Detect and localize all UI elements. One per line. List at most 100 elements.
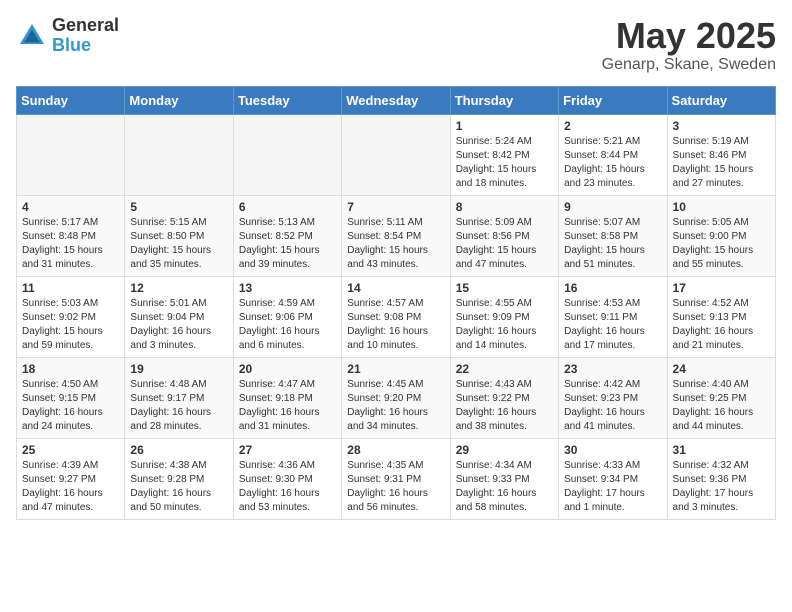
weekday-header-monday: Monday (125, 86, 233, 114)
day-number: 22 (456, 362, 553, 376)
calendar-cell: 13 Sunrise: 4:59 AM Sunset: 9:06 PM Dayli… (233, 276, 341, 357)
day-number: 5 (130, 200, 227, 214)
day-number: 29 (456, 443, 553, 457)
day-number: 25 (22, 443, 119, 457)
logo: General Blue (16, 16, 119, 56)
day-info: Sunrise: 5:01 AM Sunset: 9:04 PM Dayligh… (130, 297, 227, 353)
day-info: Sunrise: 5:05 AM Sunset: 9:00 PM Dayligh… (673, 216, 770, 272)
day-info: Sunrise: 5:07 AM Sunset: 8:58 PM Dayligh… (564, 216, 661, 272)
day-info: Sunrise: 4:43 AM Sunset: 9:22 PM Dayligh… (456, 378, 553, 434)
calendar-table: SundayMondayTuesdayWednesdayThursdayFrid… (16, 86, 776, 520)
logo-icon (16, 20, 48, 52)
day-number: 3 (673, 119, 770, 133)
day-info: Sunrise: 4:47 AM Sunset: 9:18 PM Dayligh… (239, 378, 336, 434)
calendar-cell (233, 114, 341, 195)
calendar-cell: 22 Sunrise: 4:43 AM Sunset: 9:22 PM Dayli… (450, 357, 558, 438)
day-info: Sunrise: 4:33 AM Sunset: 9:34 PM Dayligh… (564, 459, 661, 515)
day-info: Sunrise: 5:24 AM Sunset: 8:42 PM Dayligh… (456, 135, 553, 191)
day-number: 21 (347, 362, 444, 376)
calendar-cell: 7Sunrise: 5:11 AM Sunset: 8:54 PM Daylig… (342, 195, 450, 276)
day-number: 16 (564, 281, 661, 295)
calendar-cell: 21Sunrise: 4:45 AM Sunset: 9:20 PM Dayli… (342, 357, 450, 438)
calendar-week-3: 11 Sunrise: 5:03 AM Sunset: 9:02 PM Dayli… (17, 276, 776, 357)
day-number: 8 (456, 200, 553, 214)
calendar-cell: 24 Sunrise: 4:40 AM Sunset: 9:25 PM Dayli… (667, 357, 775, 438)
title-section: May 2025 Genarp, Skane, Sweden (602, 16, 776, 74)
calendar-cell: 12Sunrise: 5:01 AM Sunset: 9:04 PM Dayli… (125, 276, 233, 357)
day-info: Sunrise: 4:52 AM Sunset: 9:13 PM Dayligh… (673, 297, 770, 353)
day-number: 30 (564, 443, 661, 457)
calendar-cell: 30 Sunrise: 4:33 AM Sunset: 9:34 PM Dayli… (559, 438, 667, 519)
day-number: 9 (564, 200, 661, 214)
day-info: Sunrise: 5:15 AM Sunset: 8:50 PM Dayligh… (130, 216, 227, 272)
day-info: Sunrise: 4:32 AM Sunset: 9:36 PM Dayligh… (673, 459, 770, 515)
calendar-cell: 28Sunrise: 4:35 AM Sunset: 9:31 PM Dayli… (342, 438, 450, 519)
calendar-cell: 1 Sunrise: 5:24 AM Sunset: 8:42 PM Daylig… (450, 114, 558, 195)
calendar-cell: 26Sunrise: 4:38 AM Sunset: 9:28 PM Dayli… (125, 438, 233, 519)
calendar-cell: 14 Sunrise: 4:57 AM Sunset: 9:08 PM Dayli… (342, 276, 450, 357)
day-number: 27 (239, 443, 336, 457)
weekday-header-sunday: Sunday (17, 86, 125, 114)
calendar-cell: 17 Sunrise: 4:52 AM Sunset: 9:13 PM Dayli… (667, 276, 775, 357)
day-info: Sunrise: 4:59 AM Sunset: 9:06 PM Dayligh… (239, 297, 336, 353)
day-number: 31 (673, 443, 770, 457)
calendar-cell: 23 Sunrise: 4:42 AM Sunset: 9:23 PM Dayli… (559, 357, 667, 438)
calendar-cell: 25 Sunrise: 4:39 AM Sunset: 9:27 PM Dayli… (17, 438, 125, 519)
day-number: 4 (22, 200, 119, 214)
day-number: 23 (564, 362, 661, 376)
day-number: 2 (564, 119, 661, 133)
day-number: 24 (673, 362, 770, 376)
calendar-cell: 20Sunrise: 4:47 AM Sunset: 9:18 PM Dayli… (233, 357, 341, 438)
day-number: 17 (673, 281, 770, 295)
day-info: Sunrise: 4:53 AM Sunset: 9:11 PM Dayligh… (564, 297, 661, 353)
calendar-week-2: 4 Sunrise: 5:17 AM Sunset: 8:48 PM Daylig… (17, 195, 776, 276)
day-number: 1 (456, 119, 553, 133)
calendar-cell: 10 Sunrise: 5:05 AM Sunset: 9:00 PM Dayli… (667, 195, 775, 276)
day-number: 28 (347, 443, 444, 457)
day-info: Sunrise: 5:11 AM Sunset: 8:54 PM Dayligh… (347, 216, 444, 272)
day-number: 11 (22, 281, 119, 295)
calendar-cell: 19Sunrise: 4:48 AM Sunset: 9:17 PM Dayli… (125, 357, 233, 438)
calendar-cell: 18Sunrise: 4:50 AM Sunset: 9:15 PM Dayli… (17, 357, 125, 438)
calendar-cell: 8 Sunrise: 5:09 AM Sunset: 8:56 PM Daylig… (450, 195, 558, 276)
day-info: Sunrise: 4:40 AM Sunset: 9:25 PM Dayligh… (673, 378, 770, 434)
day-info: Sunrise: 4:55 AM Sunset: 9:09 PM Dayligh… (456, 297, 553, 353)
day-info: Sunrise: 4:50 AM Sunset: 9:15 PM Dayligh… (22, 378, 119, 434)
logo-general-text: General (52, 16, 119, 36)
day-info: Sunrise: 5:21 AM Sunset: 8:44 PM Dayligh… (564, 135, 661, 191)
calendar-cell: 5 Sunrise: 5:15 AM Sunset: 8:50 PM Daylig… (125, 195, 233, 276)
weekday-header-row: SundayMondayTuesdayWednesdayThursdayFrid… (17, 86, 776, 114)
day-info: Sunrise: 4:39 AM Sunset: 9:27 PM Dayligh… (22, 459, 119, 515)
day-number: 13 (239, 281, 336, 295)
day-number: 14 (347, 281, 444, 295)
day-info: Sunrise: 4:38 AM Sunset: 9:28 PM Dayligh… (130, 459, 227, 515)
weekday-header-saturday: Saturday (667, 86, 775, 114)
weekday-header-tuesday: Tuesday (233, 86, 341, 114)
calendar-week-4: 18Sunrise: 4:50 AM Sunset: 9:15 PM Dayli… (17, 357, 776, 438)
day-info: Sunrise: 5:17 AM Sunset: 8:48 PM Dayligh… (22, 216, 119, 272)
calendar-cell: 6Sunrise: 5:13 AM Sunset: 8:52 PM Daylig… (233, 195, 341, 276)
calendar-cell (342, 114, 450, 195)
weekday-header-wednesday: Wednesday (342, 86, 450, 114)
day-info: Sunrise: 5:03 AM Sunset: 9:02 PM Dayligh… (22, 297, 119, 353)
calendar-week-1: 1 Sunrise: 5:24 AM Sunset: 8:42 PM Daylig… (17, 114, 776, 195)
day-info: Sunrise: 4:34 AM Sunset: 9:33 PM Dayligh… (456, 459, 553, 515)
day-number: 10 (673, 200, 770, 214)
calendar-cell: 11 Sunrise: 5:03 AM Sunset: 9:02 PM Dayli… (17, 276, 125, 357)
logo-blue-text: Blue (52, 36, 119, 56)
day-info: Sunrise: 5:09 AM Sunset: 8:56 PM Dayligh… (456, 216, 553, 272)
day-info: Sunrise: 4:36 AM Sunset: 9:30 PM Dayligh… (239, 459, 336, 515)
page-header: General Blue May 2025 Genarp, Skane, Swe… (16, 16, 776, 74)
day-number: 6 (239, 200, 336, 214)
calendar-cell: 9 Sunrise: 5:07 AM Sunset: 8:58 PM Daylig… (559, 195, 667, 276)
day-info: Sunrise: 4:42 AM Sunset: 9:23 PM Dayligh… (564, 378, 661, 434)
calendar-cell: 15Sunrise: 4:55 AM Sunset: 9:09 PM Dayli… (450, 276, 558, 357)
day-info: Sunrise: 4:57 AM Sunset: 9:08 PM Dayligh… (347, 297, 444, 353)
calendar-cell: 4 Sunrise: 5:17 AM Sunset: 8:48 PM Daylig… (17, 195, 125, 276)
calendar-cell: 31 Sunrise: 4:32 AM Sunset: 9:36 PM Dayli… (667, 438, 775, 519)
day-number: 19 (130, 362, 227, 376)
month-title: May 2025 (602, 16, 776, 56)
calendar-cell: 29 Sunrise: 4:34 AM Sunset: 9:33 PM Dayli… (450, 438, 558, 519)
calendar-week-5: 25 Sunrise: 4:39 AM Sunset: 9:27 PM Dayli… (17, 438, 776, 519)
calendar-cell: 2 Sunrise: 5:21 AM Sunset: 8:44 PM Daylig… (559, 114, 667, 195)
